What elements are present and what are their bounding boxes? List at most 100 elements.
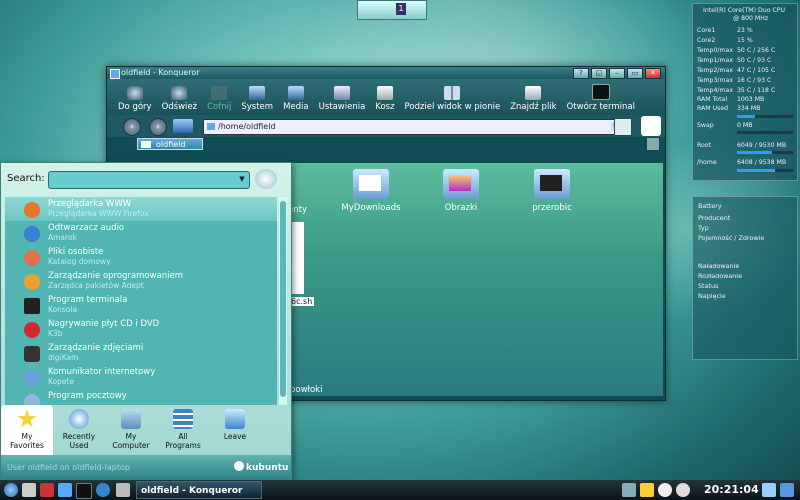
system-icon bbox=[249, 86, 266, 100]
tray-devices-icon[interactable] bbox=[762, 483, 776, 497]
folder-obrazki[interactable]: Obrazki bbox=[421, 169, 501, 213]
maximize-button[interactable]: ▭ bbox=[627, 68, 643, 79]
location-input[interactable]: /home/oldfield ▼ bbox=[203, 119, 623, 135]
cpu-frequency: @ 800 MHz bbox=[733, 15, 769, 22]
home-folder-icon bbox=[24, 250, 40, 266]
browser-icon[interactable] bbox=[96, 483, 110, 497]
tab-my-computer[interactable]: My Computer bbox=[105, 405, 157, 455]
temp4-value: 35 C / 118 C bbox=[737, 87, 776, 94]
toolbar-settings-button[interactable]: Ustawienia bbox=[314, 86, 371, 115]
back-arrow-icon: ‹ bbox=[130, 122, 134, 132]
clock[interactable]: 20:21:04 bbox=[704, 483, 759, 496]
toolbar-trash-button[interactable]: Kosz bbox=[370, 86, 399, 115]
list-item[interactable]: Komunikator internetowy Kopete bbox=[5, 365, 277, 389]
root-bar bbox=[737, 151, 793, 154]
media-icon bbox=[287, 86, 304, 100]
toolbar-up-button[interactable]: Do góry bbox=[113, 86, 157, 115]
home-folder-icon[interactable] bbox=[58, 483, 72, 497]
ram-total-label: RAM Total bbox=[697, 96, 728, 103]
toolbar-terminal-button[interactable]: Otwórz terminal bbox=[562, 84, 640, 115]
tab-recently-used[interactable]: Recently Used bbox=[53, 405, 105, 455]
tab-leave[interactable]: Leave bbox=[209, 405, 261, 455]
settings-icon[interactable] bbox=[116, 483, 130, 497]
tab-oldfield[interactable]: oldfield bbox=[137, 138, 203, 150]
tray-network-icon[interactable] bbox=[622, 483, 636, 497]
toolbar-undo-button[interactable]: Cofnij bbox=[202, 86, 236, 115]
temp3-label: Temp3/max bbox=[697, 77, 733, 84]
computer-icon bbox=[121, 409, 141, 429]
tray-volume-icon[interactable] bbox=[658, 483, 672, 497]
search-row: Search: ▼ bbox=[1, 163, 291, 195]
minimize-button[interactable]: – bbox=[609, 68, 625, 79]
star-icon bbox=[17, 409, 37, 428]
kmenu-button[interactable] bbox=[4, 483, 18, 497]
konsole-icon bbox=[24, 298, 40, 314]
back-button[interactable]: ‹ bbox=[123, 118, 141, 136]
taskbar-task-konqueror[interactable]: oldfield - Konqueror bbox=[136, 481, 262, 499]
list-item[interactable]: Odtwarzacz audio Amarok bbox=[5, 221, 277, 245]
split-view-icon bbox=[444, 86, 461, 100]
clock-icon bbox=[69, 409, 89, 429]
search-input[interactable] bbox=[48, 171, 250, 189]
list-item[interactable]: Zarządzanie zdjęciami digiKam bbox=[5, 341, 277, 365]
toolbar-find-file-button[interactable]: Znajdź plik bbox=[505, 86, 561, 115]
folder-przerobic[interactable]: przerobic bbox=[512, 169, 592, 213]
ram-total-value: 1003 MB bbox=[737, 96, 765, 103]
kickoff-menu: Search: ▼ Przeglądarka WWW Przeglądarka W… bbox=[0, 162, 292, 482]
kickoff-tabs: My Favorites Recently Used My Computer All… bbox=[1, 405, 291, 455]
close-button[interactable]: ✕ bbox=[645, 68, 661, 79]
konqueror-icon bbox=[110, 69, 120, 79]
ram-used-label: RAM Used bbox=[697, 105, 729, 112]
list-item[interactable]: Nagrywanie płyt CD i DVD K3b bbox=[5, 317, 277, 341]
temp3-value: 16 C / 93 C bbox=[737, 77, 772, 84]
root-value: 6049 / 9530 MB bbox=[737, 142, 787, 149]
tab-bar: oldfield bbox=[107, 137, 665, 151]
folder-mydownloads[interactable]: MyDownloads bbox=[331, 169, 411, 213]
desktop-pager[interactable]: 1 bbox=[357, 0, 427, 20]
file-label-sh[interactable]: 6c.sh bbox=[289, 297, 315, 306]
keep-above-button[interactable]: ◱ bbox=[591, 68, 607, 79]
toolbar-split-view-button[interactable]: Podziel widok w pionie bbox=[400, 86, 506, 115]
battery-producer-label: Producent bbox=[698, 214, 731, 222]
close-tab-button[interactable] bbox=[647, 138, 659, 150]
list-item[interactable]: Przeglądarka WWW Przeglądarka WWW Firefox bbox=[5, 197, 277, 221]
tray-battery-icon[interactable] bbox=[640, 483, 654, 497]
list-item[interactable]: Zarządzanie oprogramowaniem Zarządca paki… bbox=[5, 269, 277, 293]
programs-icon bbox=[173, 409, 193, 429]
help-button[interactable]: ? bbox=[573, 68, 589, 79]
list-item[interactable]: Program pocztowy bbox=[5, 389, 277, 405]
list-scrollbar[interactable] bbox=[279, 197, 287, 405]
home-button[interactable] bbox=[173, 119, 193, 133]
go-button[interactable] bbox=[614, 118, 632, 136]
pager-desktop-1[interactable]: 1 bbox=[396, 3, 406, 15]
search-icon[interactable] bbox=[255, 169, 277, 189]
mail-icon bbox=[24, 394, 40, 405]
location-bar: ‹ › /home/oldfield ▼ bbox=[107, 115, 665, 137]
show-desktop-icon[interactable] bbox=[22, 483, 36, 497]
tray-clipboard-icon[interactable] bbox=[676, 483, 690, 497]
list-item[interactable]: Pliki osobiste Katalog domowy bbox=[5, 245, 277, 269]
core1-label: Core1 bbox=[697, 27, 716, 34]
favorites-list: Przeglądarka WWW Przeglądarka WWW Firefox… bbox=[5, 197, 277, 405]
toolbar-system-button[interactable]: System bbox=[236, 86, 278, 115]
list-item[interactable]: Program terminala Konsola bbox=[5, 293, 277, 317]
digikam-icon bbox=[24, 346, 40, 362]
toolbar-media-button[interactable]: Media bbox=[278, 86, 314, 115]
terminal-icon bbox=[591, 84, 610, 100]
folder-terminal-icon bbox=[534, 169, 570, 199]
forward-button[interactable]: › bbox=[149, 118, 167, 136]
tab-all-programs[interactable]: All Programs bbox=[157, 405, 209, 455]
chevron-down-icon[interactable]: ▼ bbox=[237, 174, 247, 184]
partial-file-label: powłoki bbox=[290, 385, 323, 395]
tab-my-favorites[interactable]: My Favorites bbox=[1, 405, 53, 455]
core1-value: 23 % bbox=[737, 27, 753, 34]
window-titlebar[interactable]: oldfield - Konqueror ? ◱ – ▭ ✕ bbox=[107, 67, 665, 79]
root-label: Root bbox=[697, 142, 712, 149]
kickoff-footer: User oldfield on oldfield-laptop kubuntu bbox=[1, 455, 291, 481]
terminal-icon[interactable] bbox=[76, 483, 92, 499]
toolbar-reload-button[interactable]: Odśwież bbox=[157, 86, 203, 115]
tray-updates-icon[interactable] bbox=[780, 483, 794, 497]
core2-value: 15 % bbox=[737, 37, 753, 44]
scrollbar-thumb[interactable] bbox=[280, 201, 286, 397]
power-icon[interactable] bbox=[40, 483, 54, 497]
